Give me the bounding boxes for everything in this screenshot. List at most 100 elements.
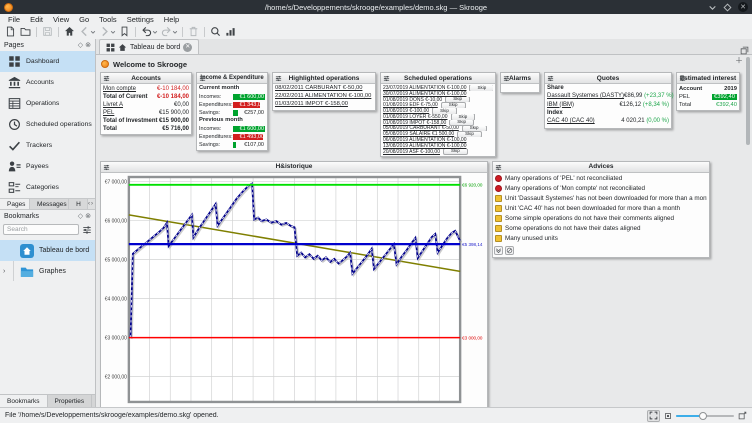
- expand-advices-button[interactable]: [494, 246, 503, 255]
- configure-icon[interactable]: [679, 75, 686, 82]
- dashboard-scrollbar[interactable]: [745, 57, 751, 405]
- sidebar-item-accounts[interactable]: Accounts: [0, 72, 95, 93]
- sidebar-item-categories[interactable]: Categories: [0, 177, 95, 198]
- configure-icon[interactable]: [503, 75, 510, 82]
- advice-item[interactable]: Unit 'CAC 40' has not been downloaded fo…: [495, 204, 707, 214]
- advice-item[interactable]: Unit 'Dassault Systemes' has not been do…: [495, 194, 707, 204]
- income-expenditure-title: Income & Expenditure: [200, 75, 263, 81]
- sidebar-item-scheduled-operations[interactable]: Scheduled operations: [0, 114, 95, 135]
- tab-tableau-de-bord[interactable]: Tableau de bord ✕: [99, 39, 199, 54]
- fit-page-button[interactable]: [647, 410, 660, 422]
- amount-value: €257,00: [232, 110, 264, 117]
- configure-icon[interactable]: [275, 75, 282, 82]
- zoom-slider[interactable]: [676, 410, 734, 422]
- menu-help[interactable]: Help: [159, 15, 184, 24]
- bookmark-graphes[interactable]: › Graphes: [0, 261, 95, 282]
- configure-icon[interactable]: [103, 164, 110, 171]
- sidebar-item-operations[interactable]: Operations: [0, 93, 95, 114]
- dashboard-icon: [106, 43, 115, 52]
- quote-unit-link[interactable]: CAC 40 (CAC 40): [547, 118, 595, 127]
- advice-item[interactable]: Some simple operations do not have their…: [495, 214, 707, 224]
- close-panel-icon[interactable]: ⊗: [85, 42, 91, 49]
- statistics-button[interactable]: [223, 25, 238, 39]
- configure-icon[interactable]: [103, 75, 110, 82]
- menu-edit[interactable]: Edit: [25, 15, 48, 24]
- tab-close-icon[interactable]: ✕: [183, 43, 192, 52]
- advice-item[interactable]: Some operations do not have their dates …: [495, 224, 707, 234]
- svg-text:€5 000,00: €5 000,00: [105, 257, 127, 263]
- advice-medium-icon: [495, 195, 502, 202]
- close-button[interactable]: ✕: [738, 2, 748, 12]
- float-panel-icon[interactable]: ◇: [78, 42, 83, 49]
- sidebar-item-trackers[interactable]: Trackers: [0, 135, 95, 156]
- maximize-button[interactable]: [723, 3, 732, 12]
- skip-button[interactable]: Skip: [443, 149, 468, 155]
- float-panel-icon[interactable]: ◇: [78, 213, 83, 220]
- menu-go[interactable]: Go: [74, 15, 94, 24]
- home-button[interactable]: [62, 25, 77, 39]
- scroll-right-icon[interactable]: ›: [91, 201, 93, 207]
- minimize-button[interactable]: [708, 3, 717, 12]
- bank-icon: [8, 76, 21, 89]
- advice-text: Some simple operations do not have their…: [505, 215, 674, 222]
- sidebar-item-payees[interactable]: Payees: [0, 156, 95, 177]
- configure-icon[interactable]: [547, 75, 554, 82]
- scroll-left-icon[interactable]: ‹: [88, 201, 90, 207]
- advice-item[interactable]: Many operations of 'Mon compte' not reco…: [495, 184, 707, 194]
- estimated-row: PEL€392,40: [679, 93, 737, 101]
- account-name[interactable]: PEL: [103, 110, 114, 116]
- configure-icon[interactable]: [495, 164, 502, 171]
- scheduled-icon: [8, 118, 21, 131]
- bookmark-label: Tableau de bord: [39, 247, 89, 254]
- highlighted-operation-link[interactable]: 22/02/2011 ALIMENTATION €-100,00: [275, 93, 373, 101]
- add-widget-button[interactable]: ＋: [735, 57, 743, 65]
- account-balance: €15 900,00: [159, 110, 189, 116]
- bottom-tab-bookmarks[interactable]: Bookmarks: [0, 395, 48, 407]
- menu-file[interactable]: File: [3, 15, 25, 24]
- zoom-in-icon[interactable]: [738, 411, 747, 420]
- dismiss-advice-button[interactable]: [505, 246, 514, 255]
- scheduled-operations-title: Scheduled operations: [404, 75, 472, 82]
- menu-tools[interactable]: Tools: [94, 15, 122, 24]
- menu-view[interactable]: View: [48, 15, 74, 24]
- panel-tab-messages[interactable]: Messages: [30, 199, 69, 209]
- new-document-button[interactable]: [3, 25, 18, 39]
- highlighted-operation-link[interactable]: 08/02/2011 CARBURANT €-50,00: [275, 85, 373, 93]
- expander-icon[interactable]: ›: [3, 268, 5, 275]
- configure-icon[interactable]: [383, 75, 390, 82]
- advice-item[interactable]: Many operations of 'PEL' not reconciliat…: [495, 174, 707, 184]
- sidebar-item-dashboard[interactable]: Dashboard: [0, 51, 95, 72]
- home-icon: [118, 43, 127, 52]
- undo-dropdown-icon[interactable]: [152, 25, 159, 39]
- skip-button[interactable]: Skip: [469, 85, 493, 91]
- panel-tab-pages[interactable]: Pages: [0, 199, 30, 209]
- account-row: Total of Investment€15 900,00: [103, 117, 189, 125]
- highlighted-operation-link[interactable]: 01/03/2011 IMPOT €-158,00: [275, 101, 373, 109]
- panel-tab-h[interactable]: H: [69, 199, 88, 209]
- close-panel-icon[interactable]: ⊗: [85, 213, 91, 220]
- scheduled-operation-row: 20/08/2019 ASF €-100,00Skip: [383, 149, 493, 155]
- account-name[interactable]: Livret A: [103, 102, 123, 108]
- bookmark-button[interactable]: [117, 25, 132, 39]
- advice-item[interactable]: Many unused units: [495, 234, 707, 244]
- svg-text:€5 398,14: €5 398,14: [462, 241, 483, 246]
- search-button[interactable]: [208, 25, 223, 39]
- account-name[interactable]: Mon compte: [103, 86, 136, 92]
- scheduled-operation-link[interactable]: 20/08/2019 ASF €-100,00: [383, 149, 440, 155]
- scrollbar-thumb[interactable]: [746, 57, 750, 145]
- quote-unit-link[interactable]: Dassault Systemes (DASTY): [547, 93, 624, 102]
- bookmarks-panel-title: Bookmarks: [4, 213, 76, 220]
- zoom-original-icon[interactable]: [664, 412, 672, 420]
- account-row: Total€5 716,00: [103, 125, 189, 133]
- configure-icon[interactable]: [199, 75, 206, 82]
- bookmark-label: Graphes: [39, 268, 66, 275]
- filter-icon[interactable]: [81, 224, 92, 235]
- zoom-slider-handle[interactable]: [699, 412, 707, 420]
- open-folder-button[interactable]: [18, 25, 33, 39]
- bookmark-tableau-de-bord[interactable]: Tableau de bord: [0, 240, 95, 261]
- quote-unit-link[interactable]: IBM (IBM): [547, 102, 574, 111]
- advices-widget: Advices Many operations of 'PEL' not rec…: [492, 161, 710, 258]
- bottom-tab-properties[interactable]: Properties: [48, 395, 93, 407]
- menu-settings[interactable]: Settings: [122, 15, 159, 24]
- search-input[interactable]: [3, 224, 79, 235]
